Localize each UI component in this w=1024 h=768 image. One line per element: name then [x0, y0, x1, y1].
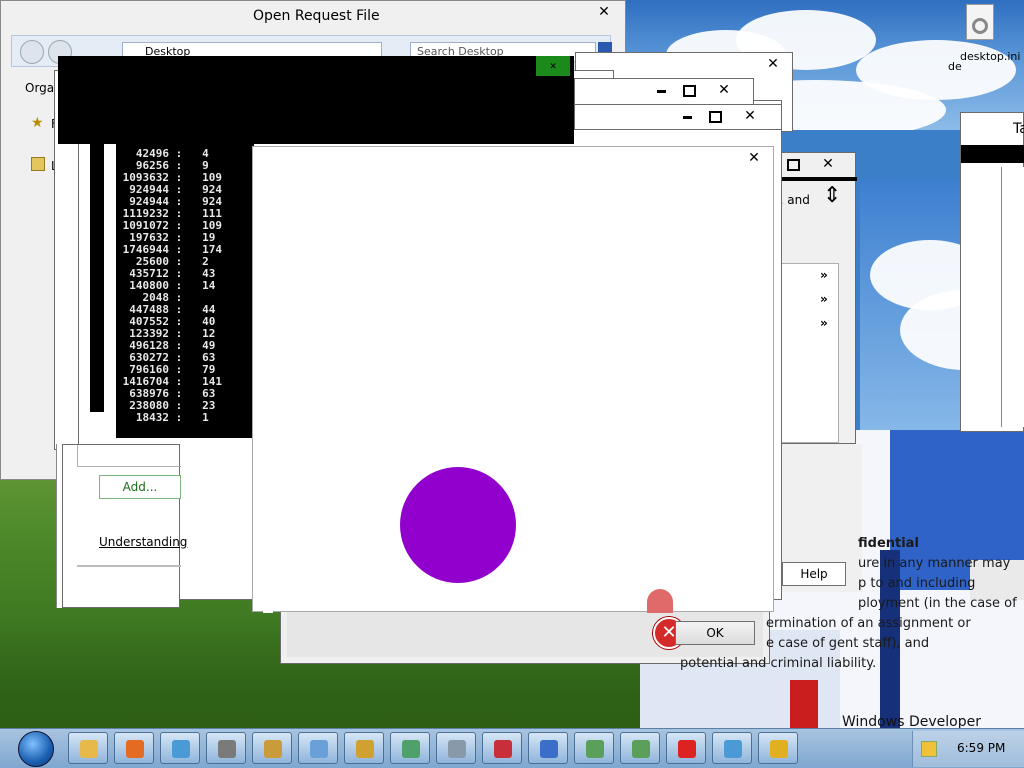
explorer-icon	[80, 740, 98, 758]
purple-circle	[400, 467, 516, 583]
close-icon[interactable]: ✕	[713, 81, 735, 99]
taskbar: 6:59 PM	[0, 728, 1024, 768]
desktop-ini-label: desktop.ini	[960, 50, 1021, 63]
taskbar-item-error[interactable]	[666, 732, 706, 764]
close-icon[interactable]: ✕	[739, 107, 761, 125]
add-button[interactable]: Add...	[99, 475, 181, 499]
taskbar-item-window[interactable]	[390, 732, 430, 764]
partial-window-title: Ta	[1013, 121, 1024, 137]
minimize-icon[interactable]	[677, 107, 699, 125]
taskbar-item-chrome[interactable]	[712, 732, 752, 764]
settings-icon	[356, 740, 374, 758]
expand-chevron-icon[interactable]: »	[820, 316, 828, 330]
taskbar-item-settings[interactable]	[344, 732, 384, 764]
taskbar-item-paint[interactable]	[482, 732, 522, 764]
notification-flag-icon[interactable]	[921, 741, 937, 757]
canvas-window: ✕	[252, 146, 774, 613]
minimize-icon[interactable]	[651, 81, 673, 99]
window-icon	[632, 740, 650, 758]
desktop-icon-label-partial: de	[948, 60, 962, 73]
confidential-line: p to and including	[858, 576, 976, 591]
maximize-icon[interactable]	[703, 107, 725, 125]
confidential-line: ermination of an assignment or	[766, 616, 971, 631]
maximize-icon[interactable]	[677, 81, 699, 99]
open-dialog-title: Open Request File	[253, 8, 380, 24]
taskbar-item-printer[interactable]	[436, 732, 476, 764]
calculator-icon	[310, 740, 328, 758]
desktop-ini-icon[interactable]: desktop.ini de	[948, 4, 1020, 74]
maximize-icon[interactable]	[781, 155, 803, 173]
taskbar-item-calculator[interactable]	[298, 732, 338, 764]
confidential-line: e case of gent staff), and	[766, 636, 930, 651]
start-button[interactable]	[18, 731, 54, 767]
console-output: 42496 : 4 96256 : 9 1093632 : 109 924944…	[116, 144, 254, 438]
open-dialog-close-icon[interactable]: ✕	[593, 3, 615, 21]
favorites-star-icon[interactable]: ★	[31, 115, 44, 131]
window-icon	[402, 740, 420, 758]
console-close-icon[interactable]: ✕	[536, 56, 570, 76]
understanding-link[interactable]: Understanding	[99, 535, 187, 549]
clock[interactable]: 6:59 PM	[957, 741, 1005, 755]
window-edge	[56, 444, 62, 608]
chrome-icon	[172, 740, 190, 758]
window-titlebar-b: ✕	[574, 104, 782, 130]
close-icon[interactable]: ✕	[817, 155, 839, 173]
taskbar-item-remote[interactable]	[528, 732, 568, 764]
error-icon	[678, 740, 696, 758]
settings-sections: » » »	[781, 263, 839, 443]
console-titlebar: ✕	[58, 56, 574, 144]
taskbar-item-explorer[interactable]	[68, 732, 108, 764]
taskbar-item-window[interactable]	[574, 732, 614, 764]
taskbar-item-network[interactable]	[206, 732, 246, 764]
settings-window: ✕ il, and ⇕ » » »	[770, 152, 857, 444]
partial-error-icon	[647, 589, 673, 613]
remote-icon	[540, 740, 558, 758]
partial-window-right: Ta	[960, 112, 1024, 432]
confidential-line: ure in any manner may	[858, 556, 1011, 571]
confidential-line: potential and criminal liability.	[680, 656, 877, 671]
window-titlebar-a: ✕	[574, 78, 754, 104]
taskbar-item-firefox[interactable]	[114, 732, 154, 764]
permissions-panel: Add... Understanding	[62, 444, 187, 608]
window-icon	[586, 740, 604, 758]
console-scroll-edge	[90, 144, 104, 412]
printer-icon	[448, 740, 466, 758]
taskbar-item-users[interactable]	[252, 732, 292, 764]
expand-chevron-icon[interactable]: »	[820, 292, 828, 306]
confidential-heading: fidential	[858, 536, 919, 551]
back-arrow-icon[interactable]	[20, 40, 44, 64]
paint-icon	[494, 740, 512, 758]
network-icon	[218, 740, 236, 758]
search-icon	[770, 740, 788, 758]
console-line: 18432 : 1	[116, 411, 209, 424]
taskbar-item-search[interactable]	[758, 732, 798, 764]
canvas-close-icon[interactable]: ✕	[743, 149, 765, 167]
confidential-line: ployment (in the case of	[858, 596, 1017, 611]
taskbar-item-chrome[interactable]	[160, 732, 200, 764]
system-tray: 6:59 PM	[912, 731, 1024, 767]
expand-chevron-icon[interactable]: »	[820, 268, 828, 282]
taskbar-item-window[interactable]	[620, 732, 660, 764]
chrome-icon	[724, 740, 742, 758]
close-icon[interactable]: ✕	[762, 55, 784, 73]
firefox-icon	[126, 740, 144, 758]
users-icon	[264, 740, 282, 758]
libraries-icon[interactable]	[31, 157, 45, 171]
resize-cursor-icon: ⇕	[823, 183, 842, 208]
